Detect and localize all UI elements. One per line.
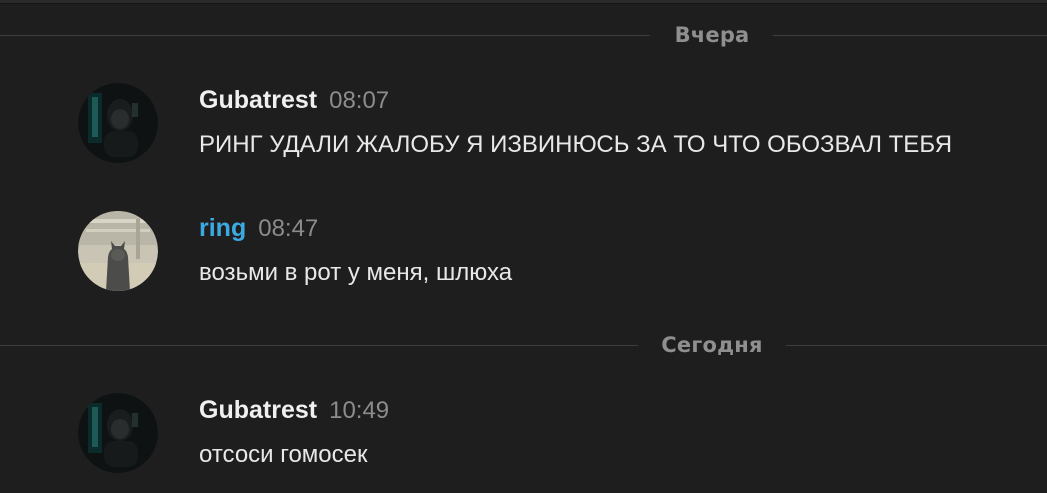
user-avatar-gubatrest[interactable] [78, 393, 158, 473]
user-avatar-gubatrest[interactable] [78, 83, 158, 163]
chat-message: ring 08:47 возьми в рот у меня, шлюха [0, 211, 1047, 301]
user-avatar-ring[interactable] [78, 211, 158, 291]
date-divider-label: Вчера [674, 23, 750, 47]
date-divider-today: Сегодня [0, 330, 1047, 360]
top-border [0, 0, 1047, 4]
message-timestamp: 08:07 [329, 87, 390, 114]
message-timestamp: 08:47 [258, 215, 319, 242]
message-meta: Gubatrest 08:07 [199, 86, 389, 116]
message-meta: Gubatrest 10:49 [199, 396, 389, 426]
message-text: возьми в рот у меня, шлюха [199, 259, 513, 286]
divider-line [0, 35, 650, 36]
author-name[interactable]: Gubatrest [199, 86, 317, 114]
message-text: РИНГ УДАЛИ ЖАЛОБУ Я ИЗВИНЮСЬ ЗА ТО ЧТО О… [199, 131, 953, 158]
cat-avatar-icon [78, 211, 158, 291]
chat-message: Gubatrest 08:07 РИНГ УДАЛИ ЖАЛОБУ Я ИЗВИН… [0, 83, 1047, 173]
chat-message: Gubatrest 10:49 отсоси гомосек [0, 393, 1047, 483]
message-timestamp: 10:49 [329, 397, 390, 424]
author-name[interactable]: ring [199, 214, 246, 242]
message-text: отсоси гомосек [199, 441, 368, 468]
date-divider-label: Сегодня [661, 333, 763, 357]
dark-figure-avatar-icon [78, 393, 158, 473]
divider-line [773, 35, 1047, 36]
author-name[interactable]: Gubatrest [199, 396, 317, 424]
message-meta: ring 08:47 [199, 214, 318, 244]
dark-figure-avatar-icon [78, 83, 158, 163]
divider-line [786, 345, 1047, 346]
divider-line [0, 345, 638, 346]
date-divider-yesterday: Вчера [0, 20, 1047, 50]
